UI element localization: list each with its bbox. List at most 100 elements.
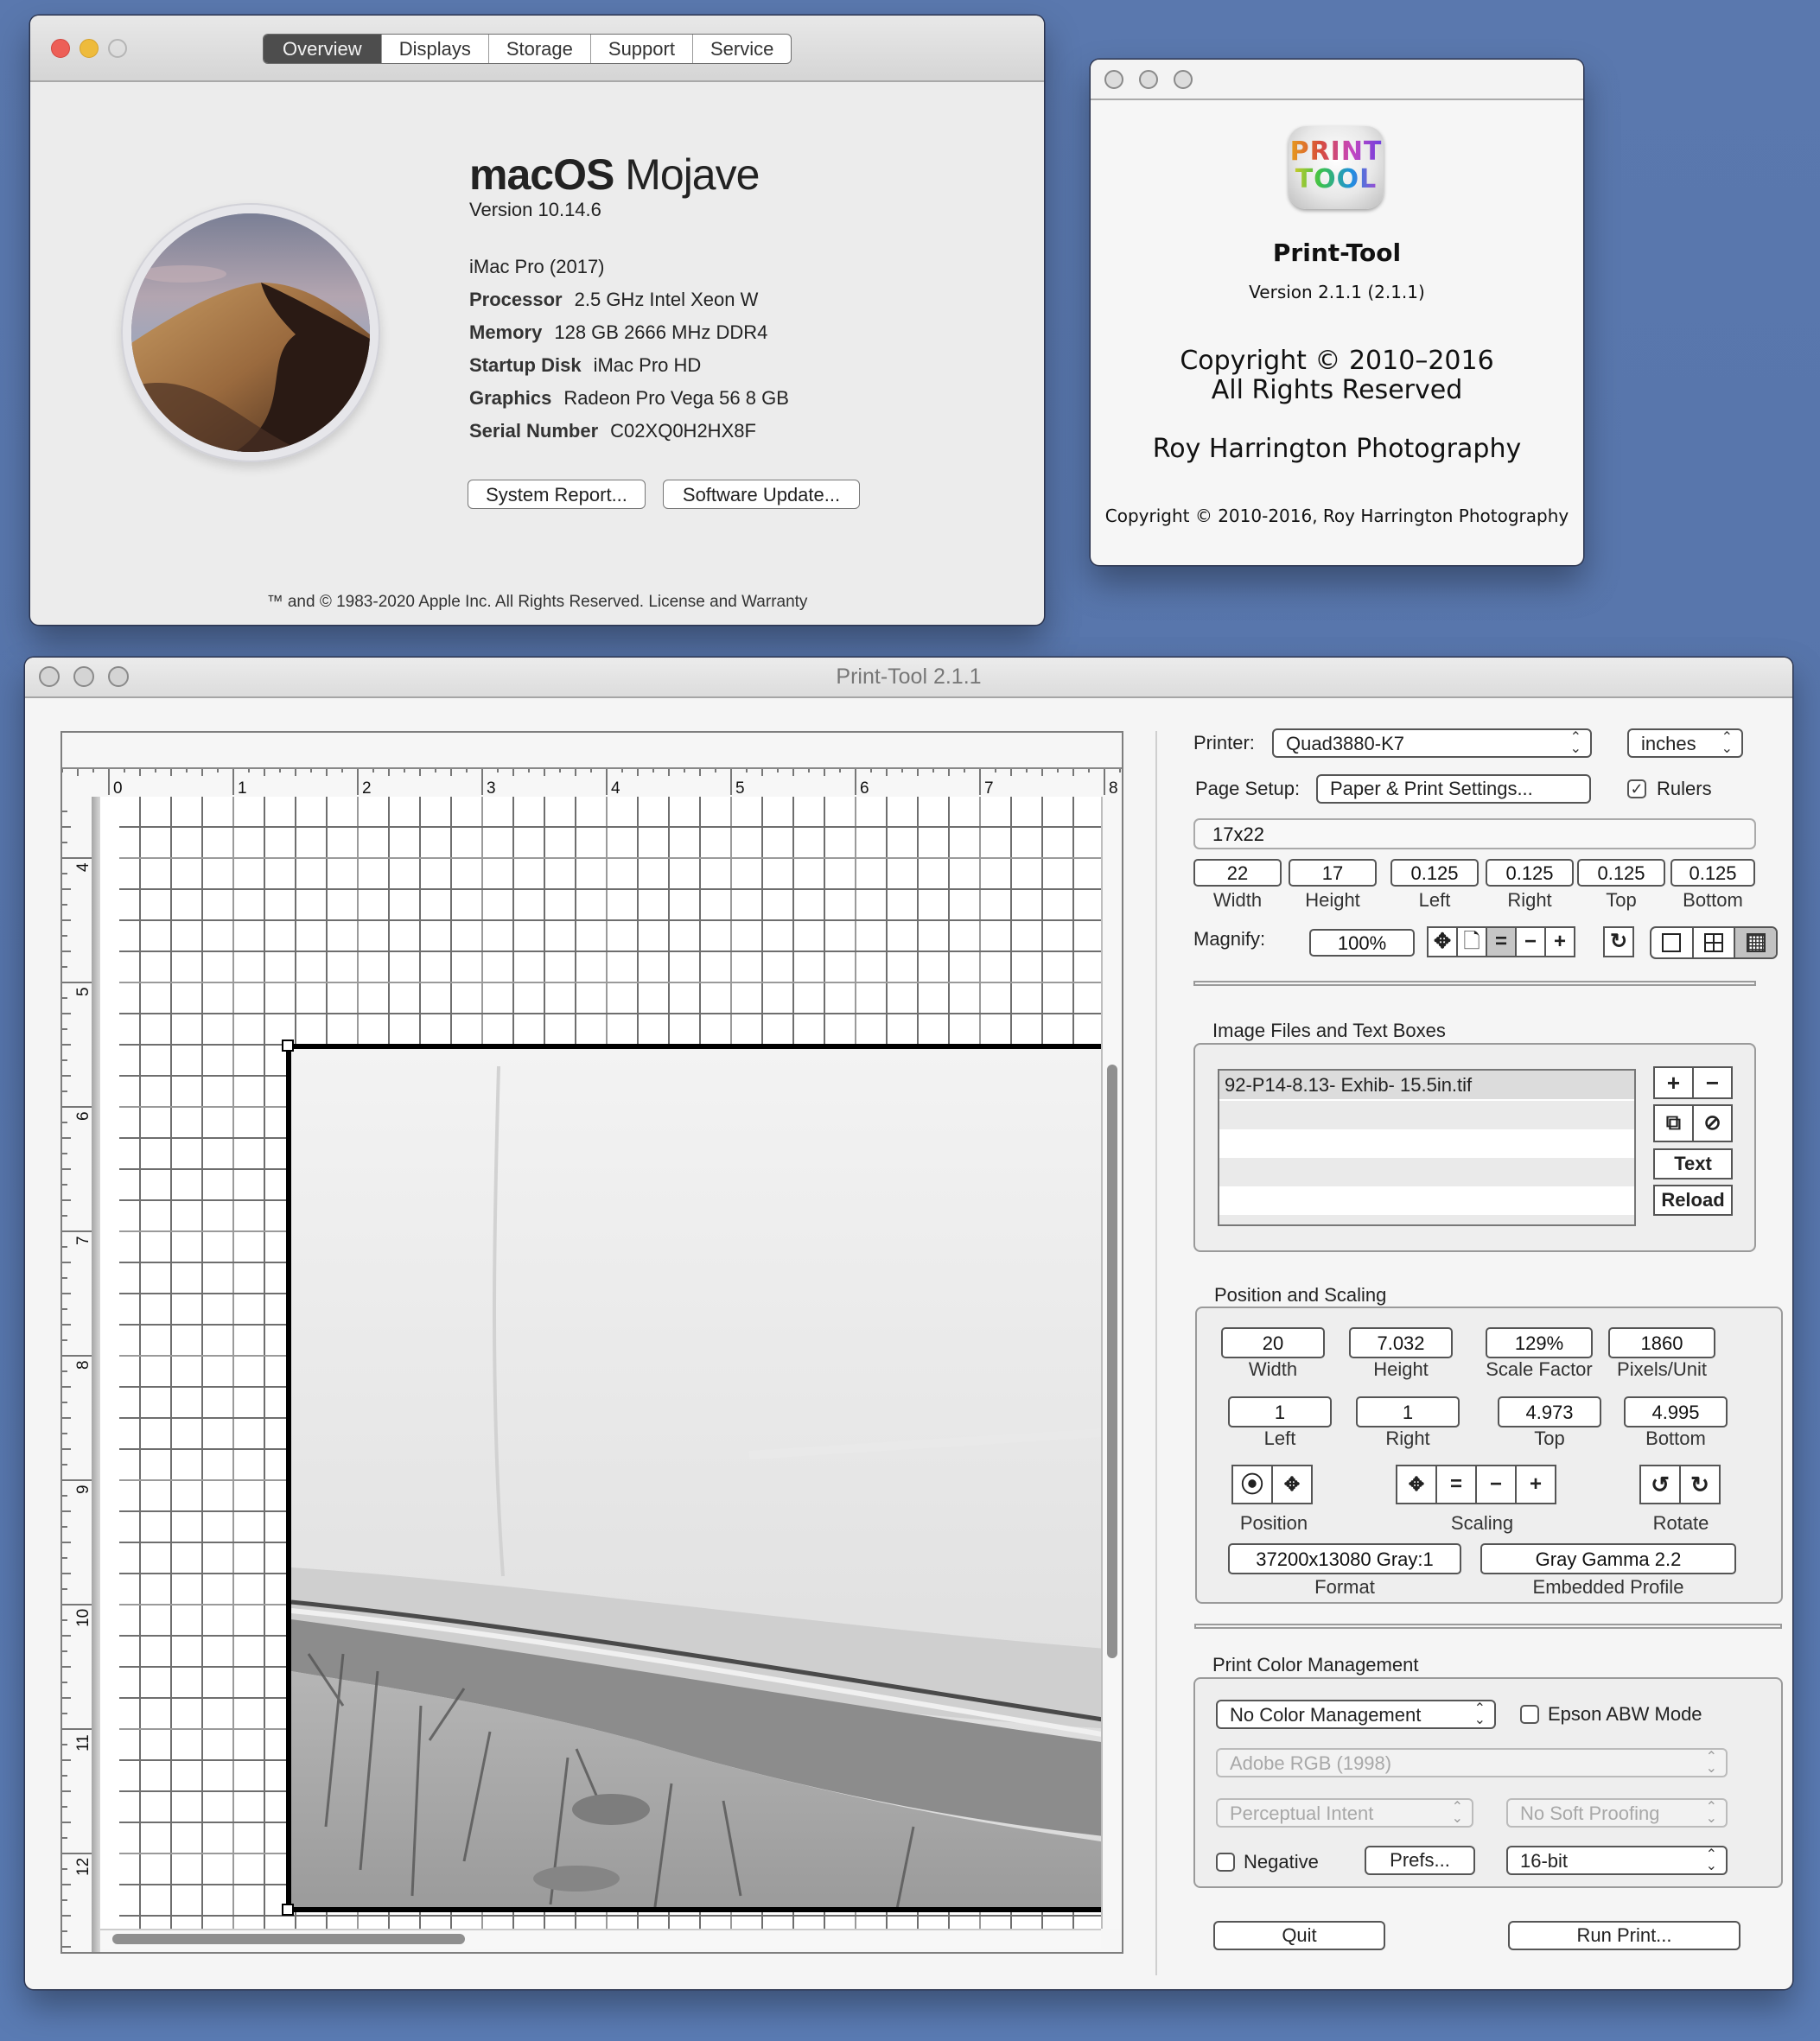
image-file-list[interactable]: 92-P14-8.13- Exhib- 15.5in.tif [1218, 1069, 1636, 1226]
paper-name-field[interactable]: 17x22 [1193, 818, 1756, 849]
horizontal-scrollbar[interactable] [100, 1929, 1101, 1949]
rotate-group-label: Rotate [1652, 1512, 1709, 1534]
os-version: Version 10.14.6 [469, 199, 601, 220]
title-bar [1091, 60, 1583, 100]
run-print-button[interactable]: Run Print... [1508, 1921, 1740, 1950]
actual-size-button[interactable]: = [1486, 926, 1517, 957]
plus-icon: + [1529, 1472, 1542, 1496]
page-bottom-field[interactable]: 0.125 [1670, 859, 1755, 887]
remove-image-button[interactable]: − [1692, 1066, 1733, 1099]
zoom-out-button[interactable]: − [1515, 926, 1546, 957]
close-button[interactable] [1104, 70, 1123, 89]
full-page-button[interactable]: 🗋 [1456, 926, 1487, 957]
zoom-in-button[interactable]: + [1544, 926, 1575, 957]
close-button[interactable] [51, 39, 70, 58]
grid-2x2-icon [1704, 933, 1723, 952]
page-top-field[interactable]: 0.125 [1577, 859, 1665, 887]
minimize-button[interactable] [80, 39, 99, 58]
image-margin-left-field[interactable]: 1 [1228, 1396, 1332, 1427]
system-report-button[interactable]: System Report... [468, 480, 646, 509]
quit-button[interactable]: Quit [1213, 1921, 1385, 1950]
fine-grid-button[interactable] [1735, 928, 1776, 957]
image-margin-bottom-field[interactable]: 4.995 [1624, 1396, 1728, 1427]
duplicate-image-button[interactable]: ⧉ [1653, 1104, 1694, 1142]
minimize-button[interactable] [1139, 70, 1158, 89]
scale-up-button[interactable]: + [1515, 1465, 1556, 1504]
zoom-button[interactable] [1174, 70, 1193, 89]
tab-storage[interactable]: Storage [487, 35, 590, 63]
fit-scale-button[interactable]: ✥ [1396, 1465, 1437, 1504]
rotate-left-button[interactable]: ↺ [1639, 1465, 1681, 1504]
page-grid[interactable] [100, 797, 1101, 1929]
ruler-shadow [92, 797, 100, 1952]
page-right-field[interactable]: 0.125 [1486, 859, 1574, 887]
zoom-button[interactable] [108, 39, 127, 58]
tab-displays[interactable]: Displays [380, 35, 488, 63]
color-management-select[interactable]: No Color Management ⌃ ⌄ [1216, 1700, 1496, 1729]
image-height-field[interactable]: 7.032 [1349, 1327, 1453, 1358]
list-item-empty [1219, 1215, 1634, 1224]
coarse-grid-button[interactable] [1694, 928, 1736, 957]
fit-to-page-button[interactable]: ✥ [1427, 926, 1458, 957]
tab-overview[interactable]: Overview [264, 35, 381, 63]
ruler-label: 6 [74, 1111, 92, 1121]
list-item[interactable]: 92-P14-8.13- Exhib- 15.5in.tif [1219, 1071, 1634, 1101]
actual-scale-button[interactable]: = [1435, 1465, 1477, 1504]
reload-button[interactable]: Reload [1653, 1185, 1733, 1216]
horizontal-scroll-thumb[interactable] [112, 1934, 465, 1944]
no-grid-button[interactable] [1651, 928, 1694, 957]
units-select[interactable]: inches ⌃ ⌄ [1627, 728, 1743, 758]
add-image-button[interactable]: + [1653, 1066, 1694, 1099]
chevron-updown-icon: ⌃ ⌄ [1473, 1701, 1486, 1727]
scale-down-button[interactable]: − [1475, 1465, 1517, 1504]
center-position-button[interactable]: ⦿ [1231, 1465, 1273, 1504]
tab-service[interactable]: Service [691, 35, 791, 63]
negative-checkbox[interactable] [1216, 1853, 1235, 1872]
tab-support[interactable]: Support [589, 35, 692, 63]
image-margin-top-field[interactable]: 4.973 [1498, 1396, 1601, 1427]
target-icon: ⦿ [1240, 1472, 1263, 1497]
image-width-field[interactable]: 20 [1221, 1327, 1325, 1358]
add-text-button[interactable]: Text [1653, 1148, 1733, 1179]
rotate-right-button[interactable]: ↻ [1679, 1465, 1721, 1504]
rendering-intent-select[interactable]: Perceptual Intent ⌃ ⌄ [1216, 1798, 1473, 1828]
vertical-scroll-thumb[interactable] [1107, 1065, 1117, 1658]
format-field: 37200x13080 Gray:1 [1228, 1543, 1461, 1574]
image-preview[interactable] [286, 1044, 1101, 1912]
vertical-scrollbar[interactable] [1101, 797, 1122, 1929]
scaling-group-label: Scaling [1450, 1512, 1514, 1534]
rulers-checkbox[interactable]: ✓ [1627, 779, 1646, 798]
rotate-page-button[interactable]: ↻ [1603, 926, 1634, 957]
image-resize-handle-bottom-left[interactable] [282, 1904, 294, 1916]
soft-proofing-select[interactable]: No Soft Proofing ⌃ ⌄ [1506, 1798, 1728, 1828]
chevron-updown-icon: ⌃ ⌄ [1451, 1800, 1463, 1826]
epson-abw-checkbox[interactable] [1520, 1705, 1539, 1724]
image-margin-right-field[interactable]: 1 [1356, 1396, 1460, 1427]
printer-profile-select[interactable]: Adobe RGB (1998) ⌃ ⌄ [1216, 1748, 1728, 1777]
spec-serial-number: Serial Number C02XQ0H2HX8F [469, 420, 756, 442]
spec-memory: Memory 128 GB 2666 MHz DDR4 [469, 321, 768, 343]
image-margin-bottom-label: Bottom [1645, 1427, 1706, 1449]
chevron-updown-icon: ⌃ ⌄ [1705, 1750, 1717, 1776]
rotate-clockwise-icon: ↻ [1690, 1472, 1709, 1497]
ruler-label: 9 [74, 1485, 92, 1494]
software-update-button[interactable]: Software Update... [663, 480, 860, 509]
minus-icon: − [1524, 930, 1537, 953]
printer-select[interactable]: Quad3880-K7 ⌃ ⌄ [1272, 728, 1592, 758]
page-preview-canvas[interactable]: 012345678 4 5 6 7 8 9 10 11 12 [60, 731, 1123, 1954]
prefs-button[interactable]: Prefs... [1365, 1846, 1475, 1875]
spread-position-button[interactable]: ✥ [1271, 1465, 1313, 1504]
ruler-label: 2 [362, 779, 372, 797]
paper-print-settings-button[interactable]: Paper & Print Settings... [1316, 774, 1591, 804]
page-left-field[interactable]: 0.125 [1390, 859, 1479, 887]
grid-fine-icon [1746, 933, 1766, 952]
bit-depth-select[interactable]: 16-bit ⌃ ⌄ [1506, 1846, 1728, 1875]
image-scale-factor-field[interactable]: 129% [1486, 1327, 1593, 1358]
image-resize-handle-top-left[interactable] [282, 1040, 294, 1052]
image-pixels-unit-field[interactable]: 1860 [1608, 1327, 1715, 1358]
page-height-field[interactable]: 17 [1289, 859, 1377, 887]
page-width-field[interactable]: 22 [1193, 859, 1282, 887]
magnify-field[interactable]: 100% [1309, 929, 1415, 957]
ruler-label: 11 [74, 1734, 92, 1752]
disable-image-button[interactable]: ⊘ [1692, 1104, 1733, 1142]
